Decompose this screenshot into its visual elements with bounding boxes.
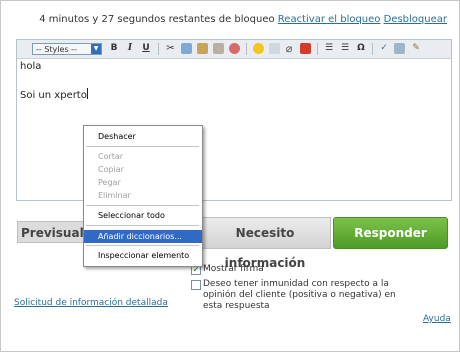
show-signature-label: Mostrar firma bbox=[203, 264, 264, 274]
copy-icon[interactable] bbox=[181, 43, 192, 54]
menu-item-delete[interactable]: Eliminar bbox=[84, 189, 202, 202]
menu-item-undo[interactable]: Deshacer bbox=[84, 130, 202, 143]
immunity-option[interactable]: Deseo tener inmunidad con respecto a la … bbox=[191, 279, 431, 315]
italic-button[interactable]: I bbox=[125, 42, 135, 55]
styles-dropdown[interactable]: -- Styles -- ▼ bbox=[32, 43, 102, 55]
paste-word-icon[interactable] bbox=[229, 43, 240, 54]
find-icon[interactable] bbox=[394, 43, 405, 54]
menu-divider bbox=[86, 146, 199, 147]
editor-content[interactable]: hola Soi un xperto bbox=[20, 60, 88, 102]
smiley-icon[interactable] bbox=[253, 43, 264, 54]
bulleted-list-icon[interactable]: ☰ bbox=[339, 42, 351, 55]
toolbar-divider bbox=[158, 43, 159, 55]
clean-format-icon[interactable]: ✎ bbox=[410, 42, 422, 55]
detailed-info-request-link[interactable]: Solicitud de información detallada bbox=[14, 298, 168, 308]
show-signature-option[interactable]: ✓ Mostrar firma bbox=[191, 264, 431, 276]
spellcheck-icon[interactable]: ✓ bbox=[378, 42, 390, 55]
immunity-checkbox[interactable] bbox=[191, 280, 201, 290]
editor-line: Soi un xperto bbox=[20, 90, 87, 101]
underline-button[interactable]: U bbox=[141, 42, 151, 55]
immunity-label: Deseo tener inmunidad con respecto a la … bbox=[203, 279, 396, 311]
menu-divider bbox=[86, 205, 199, 206]
text-caret bbox=[86, 88, 88, 99]
paste-text-icon[interactable] bbox=[213, 43, 224, 54]
bold-button[interactable]: B bbox=[109, 42, 119, 55]
toolbar-divider bbox=[246, 43, 247, 55]
cut-icon[interactable]: ✂ bbox=[165, 42, 176, 55]
preview-button[interactable]: Previsuali bbox=[17, 221, 88, 243]
paperclip-icon[interactable]: ⌀ bbox=[283, 42, 295, 55]
reply-button[interactable]: Responder bbox=[333, 217, 448, 249]
menu-item-inspect-element[interactable]: Inspeccionar elemento bbox=[84, 249, 202, 262]
menu-divider bbox=[86, 245, 199, 246]
numbered-list-icon[interactable]: ☰ bbox=[323, 42, 335, 55]
menu-item-add-dictionaries[interactable]: Añadir diccionarios... bbox=[84, 230, 202, 243]
styles-dropdown-value: -- Styles -- bbox=[36, 45, 77, 54]
editor-toolbar: -- Styles -- ▼ B I U ✂ ⌀ ☰ ☰ Ω ✓ ✎ bbox=[17, 40, 451, 59]
menu-divider bbox=[86, 225, 199, 226]
toolbar-divider bbox=[372, 43, 373, 55]
editor-line: hola bbox=[20, 61, 42, 72]
context-menu: Deshacer Cortar Copiar Pegar Eliminar Se… bbox=[83, 125, 203, 267]
paste-icon[interactable] bbox=[197, 43, 208, 54]
menu-item-paste[interactable]: Pegar bbox=[84, 176, 202, 189]
unlock-link[interactable]: Desbloquear bbox=[384, 14, 447, 25]
need-info-button[interactable]: Necesito información bbox=[199, 217, 331, 270]
editor-line-with-caret: Soi un xperto bbox=[20, 88, 88, 102]
answer-panel: 4 minutos y 27 segundos restantes de blo… bbox=[0, 0, 460, 352]
menu-item-select-all[interactable]: Seleccionar todo bbox=[84, 209, 202, 222]
lock-status-bar: 4 minutos y 27 segundos restantes de blo… bbox=[39, 14, 447, 25]
link-icon[interactable] bbox=[269, 43, 280, 54]
reactivate-lock-link[interactable]: Reactivar el bloqueo bbox=[278, 14, 381, 25]
lock-remaining-text: 4 minutos y 27 segundos restantes de blo… bbox=[39, 14, 275, 25]
chevron-down-icon: ▼ bbox=[91, 44, 101, 54]
special-character-icon[interactable]: Ω bbox=[355, 42, 367, 55]
menu-item-copy[interactable]: Copiar bbox=[84, 163, 202, 176]
help-link[interactable]: Ayuda bbox=[423, 314, 451, 324]
toolbar-divider bbox=[317, 43, 318, 55]
menu-item-cut[interactable]: Cortar bbox=[84, 150, 202, 163]
youtube-icon[interactable] bbox=[300, 43, 311, 54]
rich-text-editor[interactable]: -- Styles -- ▼ B I U ✂ ⌀ ☰ ☰ Ω ✓ ✎ hola … bbox=[16, 39, 452, 201]
